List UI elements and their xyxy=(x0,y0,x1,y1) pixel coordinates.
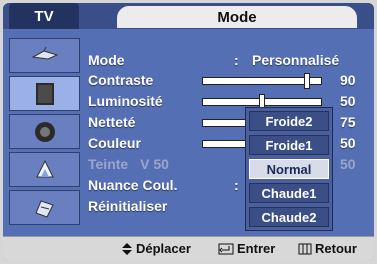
enter-label: Entrer xyxy=(237,241,276,256)
menu-icon xyxy=(298,243,312,254)
mode-label[interactable]: Mode xyxy=(88,52,125,68)
couleur-value: 50 xyxy=(340,135,356,151)
move-hint: Déplacer xyxy=(121,241,191,256)
picture-icon[interactable] xyxy=(9,76,80,111)
option-normal[interactable]: Normal xyxy=(249,159,329,179)
up-down-arrows-icon xyxy=(122,242,132,255)
option-froide2[interactable]: Froide2 xyxy=(249,111,329,131)
nettete-label[interactable]: Netteté xyxy=(88,114,135,130)
nettete-value: 75 xyxy=(340,114,356,130)
return-label: Retour xyxy=(315,241,357,256)
antenna-icon[interactable] xyxy=(9,38,80,73)
speaker-icon[interactable] xyxy=(9,114,80,149)
nuance-label[interactable]: Nuance Coul. xyxy=(88,177,177,193)
move-label: Déplacer xyxy=(136,241,191,256)
return-hint: Retour xyxy=(298,241,357,256)
enter-icon xyxy=(218,243,234,254)
teinte-label-text: Teinte xyxy=(88,156,129,172)
tv-tab[interactable]: TV xyxy=(9,3,79,29)
option-chaude2[interactable]: Chaude2 xyxy=(249,207,329,227)
luminosite-label[interactable]: Luminosité xyxy=(88,93,163,109)
reinitialiser-label[interactable]: Réinitialiser xyxy=(88,198,167,214)
contraste-knob[interactable] xyxy=(304,73,310,89)
tv-osd-screen: TV Mode Mode : Personnalisé Contraste 90… xyxy=(0,0,377,264)
luminosite-slider[interactable] xyxy=(202,94,322,110)
couleur-label[interactable]: Couleur xyxy=(88,135,141,151)
color-tone-dropdown[interactable]: Froide2 Froide1 Normal Chaude1 Chaude2 xyxy=(245,107,333,231)
contraste-label[interactable]: Contraste xyxy=(88,72,153,88)
option-chaude1[interactable]: Chaude1 xyxy=(249,183,329,203)
channel-icon[interactable] xyxy=(9,152,80,187)
teinte-label: Teinte V 50 xyxy=(88,156,169,172)
enter-hint: Entrer xyxy=(218,241,275,256)
contraste-slider[interactable] xyxy=(202,73,322,89)
nuance-separator: : xyxy=(234,177,239,193)
sidebar xyxy=(9,38,80,234)
option-froide1[interactable]: Froide1 xyxy=(249,135,329,155)
footer-help-bar: Déplacer Entrer Retour xyxy=(3,236,374,261)
teinte-sub: V 50 xyxy=(140,156,169,172)
mode-value: Personnalisé xyxy=(252,52,340,68)
contraste-value: 90 xyxy=(340,72,356,88)
luminosite-value: 50 xyxy=(340,93,356,109)
menu-title: Mode xyxy=(117,6,357,28)
teinte-value: 50 xyxy=(340,156,356,172)
mode-separator: : xyxy=(234,52,239,68)
setup-icon[interactable] xyxy=(9,190,80,225)
